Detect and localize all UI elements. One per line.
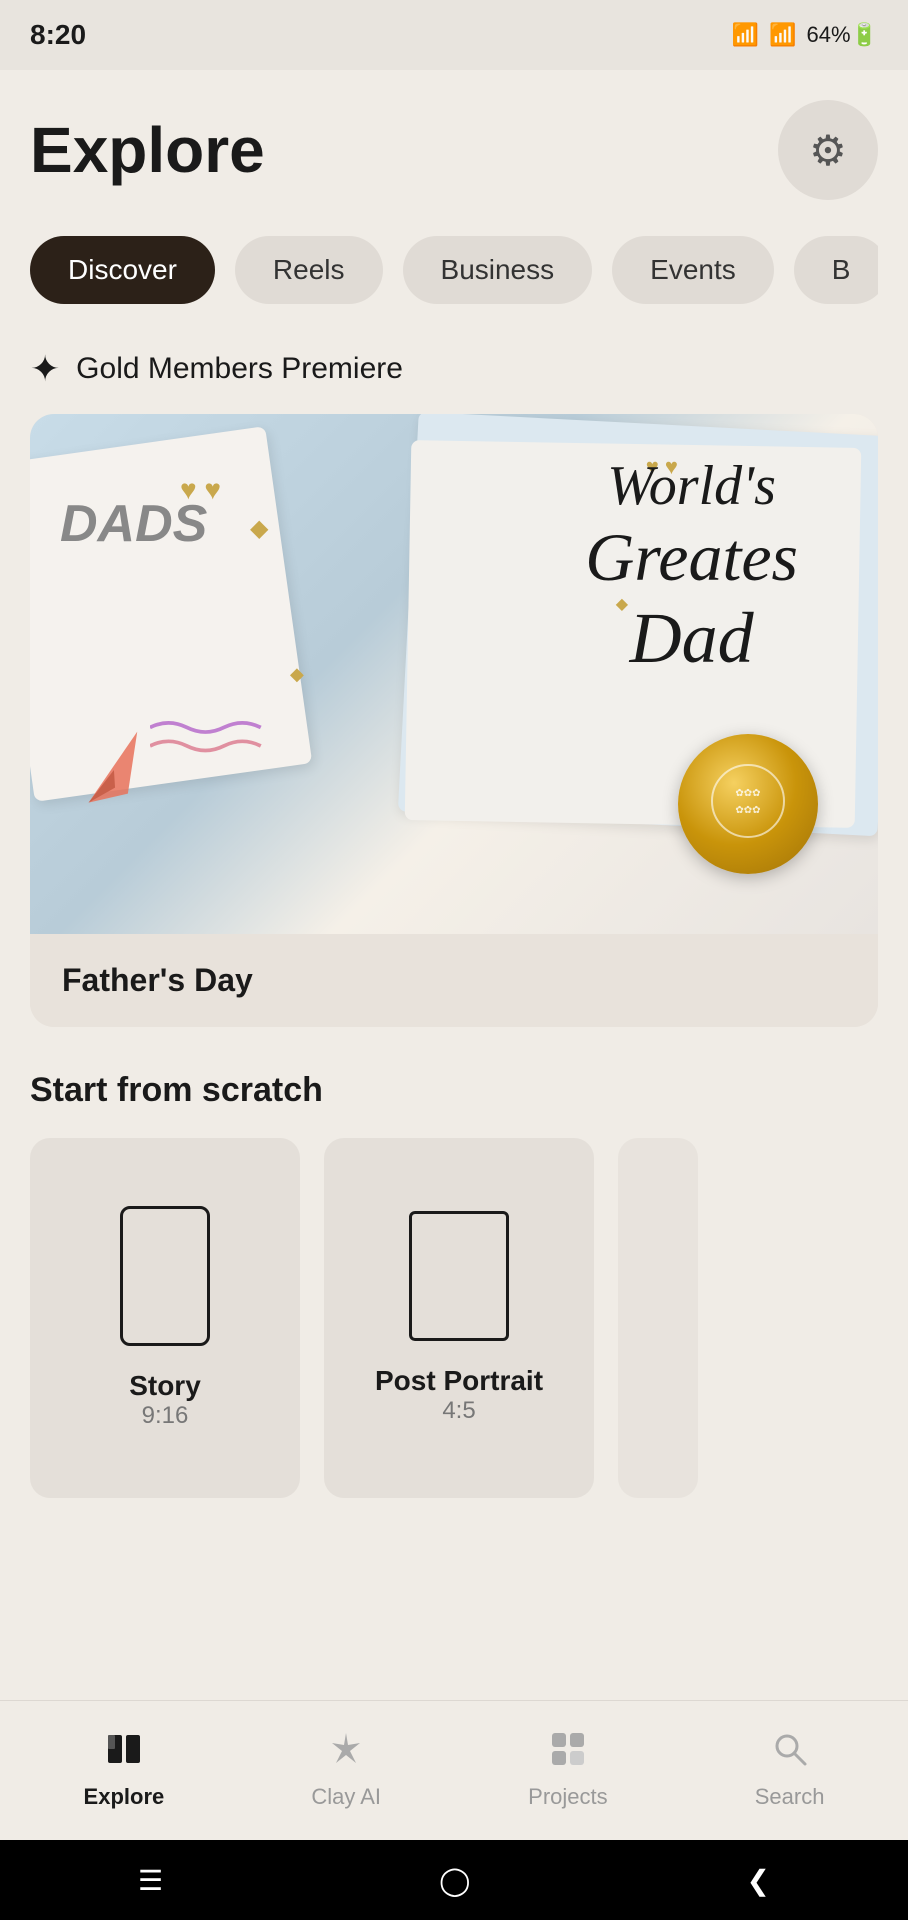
- projects-label: Projects: [528, 1784, 607, 1810]
- nav-clay-ai[interactable]: Clay AI: [291, 1721, 401, 1820]
- svg-text:✿✿✿: ✿✿✿: [735, 788, 760, 799]
- filter-tabs: Discover Reels Business Events B: [30, 236, 878, 304]
- bottom-nav: Explore Clay AI Projects: [0, 1700, 908, 1840]
- post-portrait-card-ratio: 4:5: [442, 1397, 475, 1425]
- tab-events[interactable]: Events: [612, 236, 774, 304]
- gold-seal: ✿✿✿ ✿✿✿: [678, 734, 818, 874]
- worlds-greatest-dad-text: World's Greates Dad: [585, 454, 798, 680]
- tab-discover[interactable]: Discover: [30, 236, 215, 304]
- nav-search[interactable]: Search: [735, 1721, 845, 1820]
- gold-seal-icon: ✿✿✿ ✿✿✿: [708, 761, 788, 848]
- nav-explore[interactable]: Explore: [64, 1721, 185, 1820]
- wifi-icon: 📶: [769, 22, 796, 48]
- wavy-decoration: [150, 709, 270, 774]
- search-icon: [772, 1731, 808, 1776]
- feature-card-image: DADS ♥ ♥ ♥ ♥ ◆ ◆ ◆: [30, 414, 878, 934]
- gold-members-section-label: ✦ Gold Members Premiere: [30, 348, 878, 390]
- back-button[interactable]: ❮: [746, 1864, 769, 1897]
- bottom-nav-wrapper: Explore Clay AI Projects: [0, 1700, 908, 1840]
- clay-ai-label: Clay AI: [311, 1784, 381, 1810]
- fathers-day-card[interactable]: DADS ♥ ♥ ♥ ♥ ◆ ◆ ◆: [30, 414, 878, 1027]
- svg-text:✿✿✿: ✿✿✿: [735, 805, 760, 816]
- search-label: Search: [755, 1784, 825, 1810]
- scratch-card-story[interactable]: Story 9:16: [30, 1138, 300, 1498]
- scratch-card-more[interactable]: [618, 1138, 698, 1498]
- tab-more[interactable]: B: [794, 236, 878, 304]
- gold-dot-2: ◆: [290, 664, 304, 685]
- story-card-ratio: 9:16: [142, 1402, 189, 1430]
- header: Explore ⚙: [30, 100, 878, 200]
- system-nav-bar: ☰ ◯ ❮: [0, 1840, 908, 1920]
- explore-icon: [106, 1731, 142, 1776]
- projects-icon: [550, 1731, 586, 1776]
- battery-icon: 64%🔋: [807, 22, 878, 48]
- gold-dot-1: ◆: [250, 514, 268, 543]
- nav-projects[interactable]: Projects: [508, 1721, 627, 1820]
- explore-label: Explore: [84, 1784, 165, 1810]
- home-button[interactable]: ◯: [439, 1864, 470, 1897]
- bluetooth-icon: 📶: [732, 22, 759, 48]
- main-content: Explore ⚙ Discover Reels Business Events…: [0, 70, 908, 1700]
- tab-reels[interactable]: Reels: [235, 236, 383, 304]
- clay-ai-icon: [328, 1731, 364, 1776]
- status-icons: 📶 📶 64%🔋: [732, 22, 878, 48]
- page-title: Explore: [30, 113, 265, 187]
- scratch-card-post-portrait[interactable]: Post Portrait 4:5: [324, 1138, 594, 1498]
- gear-icon: ⚙: [809, 126, 847, 175]
- story-icon: [120, 1206, 210, 1346]
- scratch-cards-container: Story 9:16 Post Portrait 4:5: [30, 1138, 878, 1508]
- hearts-decoration: ♥ ♥: [180, 474, 221, 506]
- settings-button[interactable]: ⚙: [778, 100, 878, 200]
- menu-button[interactable]: ☰: [138, 1864, 163, 1897]
- tab-business[interactable]: Business: [403, 236, 593, 304]
- status-bar: 8:20 📶 📶 64%🔋: [0, 0, 908, 70]
- status-time: 8:20: [30, 19, 86, 51]
- gold-members-label: Gold Members Premiere: [76, 352, 403, 386]
- scratch-section-title: Start from scratch: [30, 1071, 878, 1110]
- portrait-icon: [409, 1211, 509, 1341]
- gold-star-icon: ✦: [30, 348, 60, 390]
- post-portrait-card-name: Post Portrait: [375, 1365, 543, 1397]
- story-card-name: Story: [129, 1370, 201, 1402]
- feature-card-label: Father's Day: [30, 934, 878, 1027]
